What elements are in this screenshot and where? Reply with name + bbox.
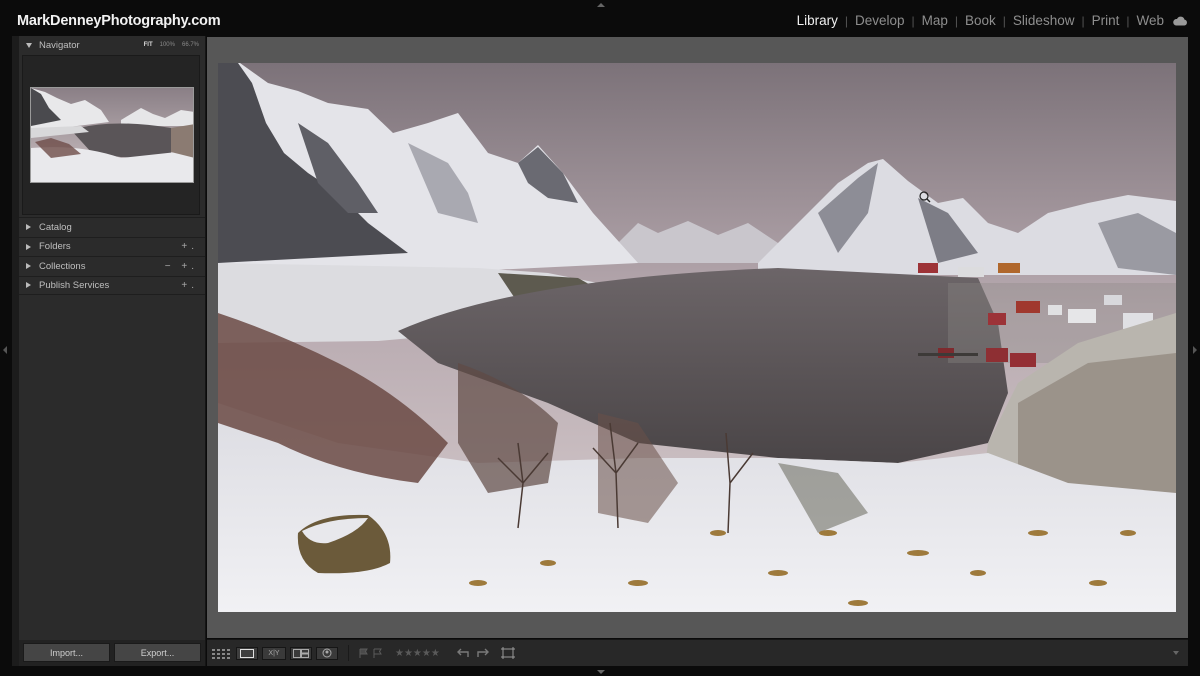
module-separator: |	[1002, 13, 1006, 28]
panel-collections[interactable]: Collections − +.	[19, 256, 205, 276]
right-panel-toggle-arrow-icon[interactable]	[1193, 346, 1197, 354]
import-button[interactable]: Import...	[23, 643, 110, 662]
navigator-thumbnail-image	[31, 88, 193, 182]
import-export-bar: Import... Export...	[19, 640, 205, 666]
expand-triangle-icon[interactable]	[26, 224, 31, 231]
collapse-triangle-icon[interactable]	[26, 42, 32, 48]
rotate-left-icon[interactable]	[456, 647, 470, 659]
navigator-preview-area	[22, 55, 200, 215]
crop-overlay-icon[interactable]	[500, 646, 516, 660]
module-separator: |	[1081, 13, 1085, 28]
zoom-66[interactable]: 66.7%	[182, 42, 199, 48]
loupe-view-button[interactable]	[236, 646, 258, 660]
navigator-thumbnail[interactable]	[30, 87, 194, 183]
people-view-icon	[322, 648, 332, 658]
rotate-right-icon[interactable]	[476, 647, 490, 659]
toolbar-divider	[348, 645, 349, 661]
zoom-options: FIT 100% 66.7%	[144, 42, 205, 48]
survey-view-button[interactable]	[290, 646, 312, 660]
module-develop[interactable]: Develop	[855, 13, 905, 28]
toolbar: X|Y ★★★★★	[207, 639, 1188, 666]
zoom-100[interactable]: 100%	[160, 42, 175, 48]
panel-publish-services[interactable]: Publish Services +.	[19, 275, 205, 295]
expand-triangle-icon[interactable]	[26, 263, 31, 270]
main-photo[interactable]	[218, 63, 1176, 612]
loupe-view-icon	[240, 648, 254, 658]
zoom-fit[interactable]: FIT	[144, 42, 153, 48]
star-rating[interactable]: ★★★★★	[395, 648, 440, 659]
survey-view-icon	[293, 648, 309, 658]
module-picker: Library | Develop | Map | Book | Slidesh…	[797, 13, 1188, 28]
module-print[interactable]: Print	[1092, 13, 1120, 28]
left-panel: Navigator FIT 100% 66.7% Catalog Folders…	[12, 36, 206, 666]
top-bar: MarkDenneyPhotography.com Library | Deve…	[0, 0, 1200, 36]
module-map[interactable]: Map	[922, 13, 948, 28]
panel-catalog[interactable]: Catalog	[19, 217, 205, 237]
panel-label: Collections	[39, 260, 86, 272]
panel-label: Folders	[39, 241, 71, 253]
module-separator: |	[1126, 13, 1130, 28]
left-panel-edge	[12, 36, 19, 666]
navigator-header[interactable]: Navigator FIT 100% 66.7%	[19, 36, 205, 54]
panel-folders[interactable]: Folders +.	[19, 236, 205, 257]
module-web[interactable]: Web	[1136, 13, 1164, 28]
module-slideshow[interactable]: Slideshow	[1013, 13, 1075, 28]
people-view-button[interactable]	[316, 646, 338, 660]
grid-view-icon[interactable]	[210, 647, 232, 660]
module-library[interactable]: Library	[797, 13, 838, 28]
loupe-view	[207, 37, 1188, 638]
expand-triangle-icon[interactable]	[26, 243, 31, 250]
reject-flag-icon[interactable]	[373, 648, 383, 659]
module-book[interactable]: Book	[965, 13, 996, 28]
add-folder-icon[interactable]: +.	[181, 241, 205, 252]
module-separator: |	[954, 13, 959, 28]
toolbar-menu-chevron-icon[interactable]	[1173, 651, 1179, 655]
module-separator: |	[844, 13, 848, 28]
landscape-photo-image	[218, 63, 1176, 612]
cloud-sync-icon[interactable]	[1172, 16, 1188, 26]
navigator-title: Navigator	[39, 39, 80, 51]
expand-triangle-icon[interactable]	[26, 282, 31, 289]
top-panel-toggle-arrow-icon[interactable]	[597, 3, 605, 7]
panel-label: Catalog	[39, 221, 72, 233]
module-separator: |	[911, 13, 915, 28]
panel-label: Publish Services	[39, 279, 110, 291]
compare-view-button[interactable]: X|Y	[262, 646, 286, 660]
left-panel-toggle-arrow-icon[interactable]	[3, 346, 7, 354]
identity-plate: MarkDenneyPhotography.com	[17, 13, 221, 29]
add-remove-collection-icons[interactable]: − +.	[165, 261, 205, 272]
export-button[interactable]: Export...	[114, 643, 201, 662]
add-publish-service-icon[interactable]: +.	[181, 280, 205, 291]
filmstrip-toggle-arrow-icon[interactable]	[597, 670, 605, 674]
pick-flag-icon[interactable]	[359, 648, 369, 659]
